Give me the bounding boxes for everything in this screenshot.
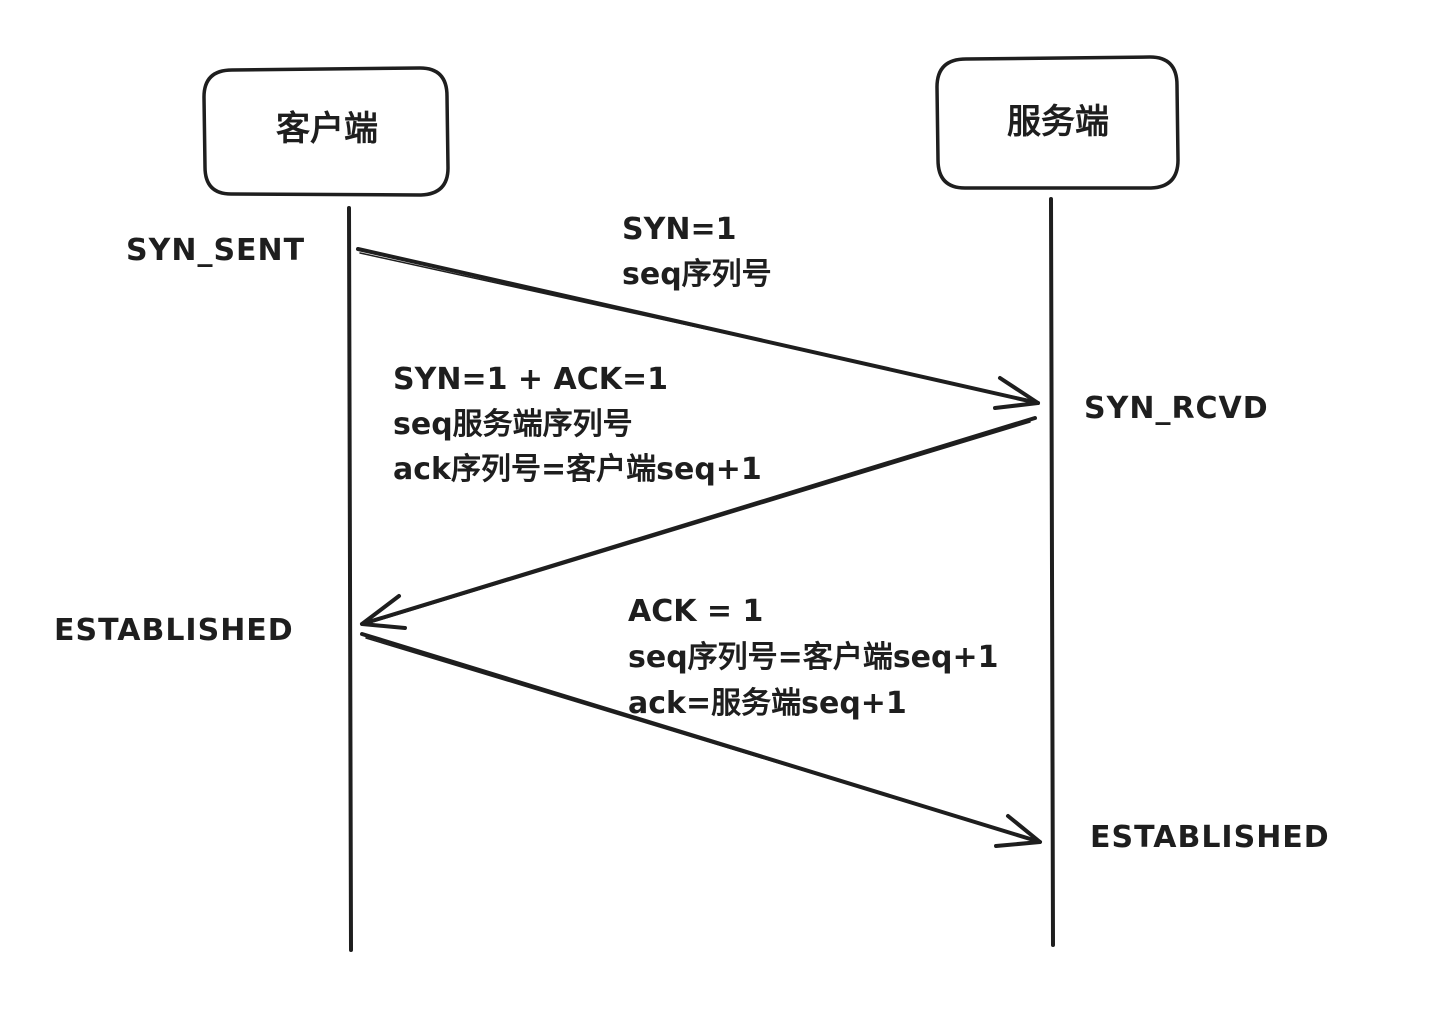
- syn-message: SYN=1 seq序列号: [622, 212, 772, 292]
- syn-ack-message-line2: seq服务端序列号: [393, 407, 633, 442]
- client-lifeline: [347, 206, 353, 952]
- client-node: 客户端: [202, 66, 450, 197]
- syn-ack-message-line1: SYN=1 + ACK=1: [393, 362, 668, 397]
- server-node: 服务端: [935, 55, 1180, 190]
- client-node-label: 客户端: [276, 109, 378, 149]
- syn-ack-message-line3: ack序列号=客户端seq+1: [393, 452, 762, 487]
- handshake-diagram: 客户端 服务端 SYN_SENT SYN_RCVD ESTABLISHED ES…: [54, 55, 1330, 952]
- syn-message-line2: seq序列号: [622, 257, 772, 292]
- syn-message-line1: SYN=1: [622, 212, 736, 247]
- syn-ack-message: SYN=1 + ACK=1 seq服务端序列号 ack序列号=客户端seq+1: [393, 362, 762, 487]
- client-state-established: ESTABLISHED: [54, 613, 294, 648]
- ack-message: ACK = 1 seq序列号=客户端seq+1 ack=服务端seq+1: [628, 594, 999, 721]
- server-state-syn-rcvd: SYN_RCVD: [1084, 391, 1269, 426]
- ack-message-line3: ack=服务端seq+1: [628, 686, 907, 721]
- ack-message-line2: seq序列号=客户端seq+1: [628, 640, 999, 675]
- server-lifeline: [1049, 197, 1055, 947]
- server-state-established: ESTABLISHED: [1090, 820, 1330, 855]
- client-state-syn-sent: SYN_SENT: [126, 233, 305, 268]
- server-node-label: 服务端: [1007, 102, 1109, 142]
- ack-message-line1: ACK = 1: [628, 594, 763, 629]
